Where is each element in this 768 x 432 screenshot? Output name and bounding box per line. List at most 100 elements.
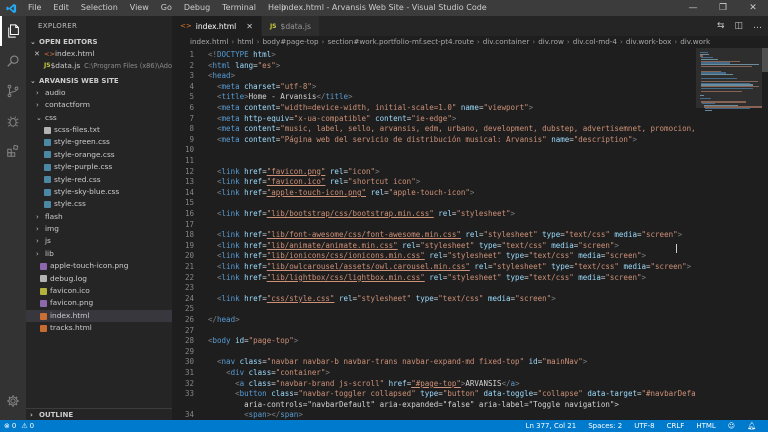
tree-file[interactable]: style-sky-blue.css [26, 186, 172, 198]
code-editor[interactable]: 1 <!DOCTYPE html> 2 <html lang="es"> 3 <head>… [172, 48, 696, 420]
extensions-icon[interactable] [0, 136, 26, 166]
feedback-icon[interactable]: ☺ [728, 422, 735, 430]
code-line[interactable]: 7 <meta http-equiv="x-ua-compatible" con… [172, 114, 696, 125]
errors-count[interactable]: 0 [12, 422, 16, 430]
breadcrumb-item[interactable]: div.container [483, 37, 530, 46]
menu-item-edit[interactable]: Edit [47, 0, 75, 16]
code-line[interactable]: 2 <html lang="es"> [172, 61, 696, 72]
tree-file[interactable]: style.css [26, 198, 172, 210]
compare-icon[interactable]: ⇆ [717, 21, 725, 31]
language-mode[interactable]: HTML [696, 422, 715, 430]
breadcrumb-item[interactable]: html [237, 37, 253, 46]
outline-section[interactable]: › OUTLINE [26, 408, 172, 420]
code-line[interactable]: 33 <button class="navbar-toggler collaps… [172, 389, 696, 400]
code-line[interactable]: 11 [172, 156, 696, 167]
source-control-icon[interactable] [0, 76, 26, 106]
close-window-button[interactable]: ✕ [738, 0, 768, 16]
code-line[interactable]: 1 <!DOCTYPE html> [172, 50, 696, 61]
breadcrumb-item[interactable]: div.row [538, 37, 564, 46]
code-line[interactable]: 27 [172, 326, 696, 337]
menu-item-file[interactable]: File [22, 0, 47, 16]
menu-item-view[interactable]: View [124, 0, 155, 16]
tree-file[interactable]: tracks.html [26, 322, 172, 334]
menu-item-selection[interactable]: Selection [75, 0, 124, 16]
tree-file[interactable]: favicon.png [26, 297, 172, 309]
open-editor-item[interactable]: ✕ <> index.html [26, 48, 172, 60]
code-line[interactable]: 18 <link href="lib/font-awesome/css/font… [172, 230, 696, 241]
code-line[interactable]: 34 <span></span> [172, 410, 696, 420]
more-actions-icon[interactable]: … [753, 21, 762, 31]
tree-file[interactable]: favicon.ico [26, 285, 172, 297]
code-line[interactable]: 28 <body id="page-top"> [172, 336, 696, 347]
minimap[interactable] [696, 48, 762, 420]
code-line[interactable]: 12 <link href="favicon.png" rel="icon"> [172, 167, 696, 178]
cursor-position[interactable]: Ln 377, Col 21 [526, 422, 577, 430]
menu-item-help[interactable]: Help [262, 0, 292, 16]
split-editor-icon[interactable]: ◫ [734, 21, 743, 31]
warnings-count[interactable]: 0 [30, 422, 34, 430]
code-line[interactable]: 22 <link href="lib/lightbox/css/lightbox… [172, 273, 696, 284]
open-editors-section[interactable]: ⌄ OPEN EDITORS [26, 36, 172, 48]
code-line[interactable]: 17 [172, 220, 696, 231]
search-icon[interactable] [0, 46, 26, 76]
tree-file[interactable]: style-purple.css [26, 161, 172, 173]
code-line[interactable]: 26 </head> [172, 315, 696, 326]
code-line[interactable]: 9 <meta content="Página web del servicio… [172, 135, 696, 146]
editor-scrollbar[interactable] [762, 48, 768, 420]
code-line[interactable]: 23 [172, 283, 696, 294]
code-line[interactable]: 20 <link href="lib/ionicons/css/ionicons… [172, 251, 696, 262]
code-line[interactable]: 30 <nav class="navbar navbar-b navbar-tr… [172, 357, 696, 368]
code-line[interactable]: 4 <meta charset="utf-8"> [172, 82, 696, 93]
settings-gear-icon[interactable] [0, 386, 26, 416]
code-line[interactable]: 8 <meta content="music, label, sello, ar… [172, 124, 696, 135]
code-line[interactable]: 14 <link href="apple-touch-icon.png" rel… [172, 188, 696, 199]
code-line[interactable]: 31 <div class="container"> [172, 368, 696, 379]
tree-file[interactable]: debug.log [26, 273, 172, 285]
maximize-button[interactable]: ❐ [708, 0, 738, 16]
code-line[interactable]: 29 [172, 347, 696, 358]
code-line[interactable]: 3 <head> [172, 71, 696, 82]
code-line[interactable]: 13 <link href="favicon.ico" rel="shortcu… [172, 177, 696, 188]
tree-folder[interactable]: › audio [26, 87, 172, 99]
tree-file[interactable]: index.html [26, 309, 172, 323]
breadcrumb-item[interactable]: div.work [680, 37, 710, 46]
warnings-icon[interactable]: ⚠ [21, 422, 27, 430]
breadcrumb-item[interactable]: body#page-top [262, 37, 318, 46]
minimize-button[interactable]: — [678, 0, 708, 16]
explorer-icon[interactable] [0, 16, 26, 46]
code-line[interactable]: 24 <link href="css/style.css" rel="style… [172, 294, 696, 305]
tree-folder[interactable]: › contactform [26, 99, 172, 111]
tree-file[interactable]: style-green.css [26, 136, 172, 148]
tree-folder[interactable]: › js [26, 235, 172, 247]
tab-index-html[interactable]: <> index.html ✕ [172, 16, 262, 36]
tab-data-js[interactable]: JS $data.js [261, 16, 320, 36]
tree-file[interactable]: scss-files.txt [26, 124, 172, 136]
tree-file[interactable]: style-orange.css [26, 149, 172, 161]
indentation[interactable]: Spaces: 2 [588, 422, 622, 430]
breadcrumb-item[interactable]: index.html [190, 37, 228, 46]
menu-item-terminal[interactable]: Terminal [216, 0, 262, 16]
code-line[interactable]: 32 <a class="navbar-brand js-scroll" hre… [172, 379, 696, 390]
code-line[interactable]: 5 <title>Home - Arvansis</title> [172, 92, 696, 103]
code-line[interactable]: 6 <meta content="width=device-width, ini… [172, 103, 696, 114]
line-ending[interactable]: CRLF [667, 422, 685, 430]
breadcrumb-item[interactable]: div.work-box [626, 37, 672, 46]
notifications-icon[interactable]: 🔔︎ [747, 422, 756, 430]
tree-folder[interactable]: ⌄ css [26, 112, 172, 124]
tree-folder[interactable]: › lib [26, 248, 172, 260]
breadcrumb-item[interactable]: div.col-md-4 [573, 37, 617, 46]
close-icon[interactable]: ✕ [246, 22, 253, 31]
errors-icon[interactable]: ⊗ [4, 422, 10, 430]
code-line[interactable]: 15 [172, 198, 696, 209]
open-editor-item[interactable]: JS $data.js C:\Program Files (x86)\Ado..… [26, 60, 172, 72]
close-icon[interactable]: ✕ [34, 48, 44, 60]
code-line[interactable]: aria-controls="navbarDefault" aria-expan… [172, 400, 696, 411]
tree-folder[interactable]: › flash [26, 211, 172, 223]
code-line[interactable]: 21 <link href="lib/owlcarousel/assets/ow… [172, 262, 696, 273]
menu-item-go[interactable]: Go [155, 0, 178, 16]
menu-item-debug[interactable]: Debug [178, 0, 216, 16]
tree-file[interactable]: apple-touch-icon.png [26, 260, 172, 272]
code-line[interactable]: 16 <link href="lib/bootstrap/css/bootstr… [172, 209, 696, 220]
project-section[interactable]: ⌄ ARVANSIS WEB SITE [26, 75, 172, 87]
breadcrumb-item[interactable]: section#work.portfolio-mf.sect-pt4.route [327, 37, 473, 46]
